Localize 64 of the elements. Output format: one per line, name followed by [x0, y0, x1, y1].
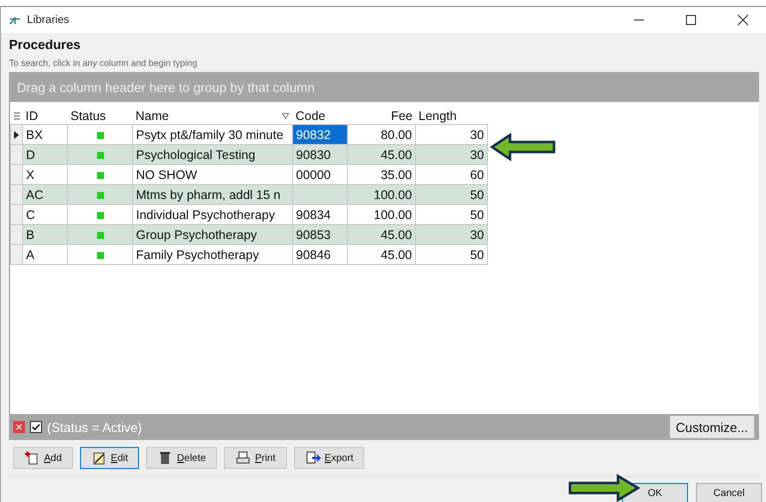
- length-cell: 30: [470, 148, 484, 162]
- print-button[interactable]: Print: [224, 447, 287, 469]
- app-logo-icon: [9, 15, 21, 25]
- printer-icon: [234, 450, 251, 466]
- column-header[interactable]: Fee: [348, 108, 416, 124]
- fee-cell: 45.00: [380, 148, 412, 162]
- filter-text: (Status = Active): [47, 420, 144, 434]
- code-cell: 90846: [296, 248, 331, 262]
- window-title: Libraries: [27, 14, 70, 26]
- search-hint: To search, click in any column and begin typing: [9, 58, 198, 68]
- name-cell: NO SHOW: [136, 168, 198, 182]
- section-title: Procedures: [9, 37, 82, 52]
- length-cell: 50: [470, 248, 484, 262]
- add-document-icon: [24, 450, 40, 466]
- code-cell: 90834: [296, 208, 331, 222]
- name-cell: Mtms by pharm, addl 15 n: [136, 188, 281, 202]
- name-cell: Group Psychotherapy: [136, 228, 257, 242]
- edit-button[interactable]: Edit: [80, 447, 140, 469]
- column-header[interactable]: Code: [292, 108, 348, 124]
- length-cell: 50: [470, 208, 484, 222]
- id-cell: A: [26, 248, 34, 262]
- fee-cell: 80.00: [380, 128, 412, 142]
- id-cell: B: [26, 228, 34, 242]
- column-header[interactable]: ID: [22, 108, 68, 124]
- column-header[interactable]: Length: [416, 108, 488, 124]
- cancel-button[interactable]: Cancel: [696, 483, 762, 502]
- name-cell: Psytx pt&/family 30 minute: [136, 128, 284, 142]
- pointer-arrow: [568, 474, 640, 502]
- length-cell: 60: [470, 168, 484, 182]
- clear-filter-icon[interactable]: [13, 421, 25, 433]
- code-cell: 90832: [296, 128, 331, 142]
- code-cell: 90830: [296, 148, 331, 162]
- customize-button[interactable]: Customize...: [668, 415, 755, 439]
- fee-cell: 100.00: [374, 188, 412, 202]
- length-cell: 30: [470, 228, 484, 242]
- name-cell: Family Psychotherapy: [136, 248, 259, 262]
- name-cell: Individual Psychotherapy: [136, 208, 275, 222]
- id-cell: D: [26, 148, 36, 162]
- column-chooser-icon[interactable]: [14, 112, 20, 120]
- column-header[interactable]: Status: [68, 108, 132, 124]
- id-cell: C: [26, 208, 36, 222]
- name-cell: Psychological Testing: [136, 148, 256, 162]
- fee-cell: 100.00: [374, 208, 412, 222]
- fee-cell: 45.00: [380, 228, 412, 242]
- pointer-arrow: [490, 133, 556, 161]
- length-cell: 50: [470, 188, 484, 202]
- column-header[interactable]: Name: [132, 108, 292, 124]
- id-cell: AC: [26, 188, 44, 202]
- edit-document-icon: [90, 450, 107, 466]
- id-cell: X: [26, 168, 34, 182]
- fee-cell: 45.00: [380, 248, 412, 262]
- code-cell: 00000: [296, 168, 331, 182]
- export-button[interactable]: Export: [294, 447, 364, 469]
- close-button[interactable]: [737, 14, 749, 26]
- current-row-icon: [14, 130, 19, 138]
- code-cell: 90853: [296, 228, 331, 242]
- export-icon: [304, 450, 321, 466]
- fee-cell: 35.00: [380, 168, 412, 182]
- add-button[interactable]: Add: [13, 447, 73, 469]
- id-cell: BX: [26, 128, 43, 142]
- delete-button[interactable]: Delete: [146, 447, 217, 469]
- filter-checkbox[interactable]: [30, 421, 42, 433]
- length-cell: 30: [470, 128, 484, 142]
- maximize-button[interactable]: [685, 14, 697, 26]
